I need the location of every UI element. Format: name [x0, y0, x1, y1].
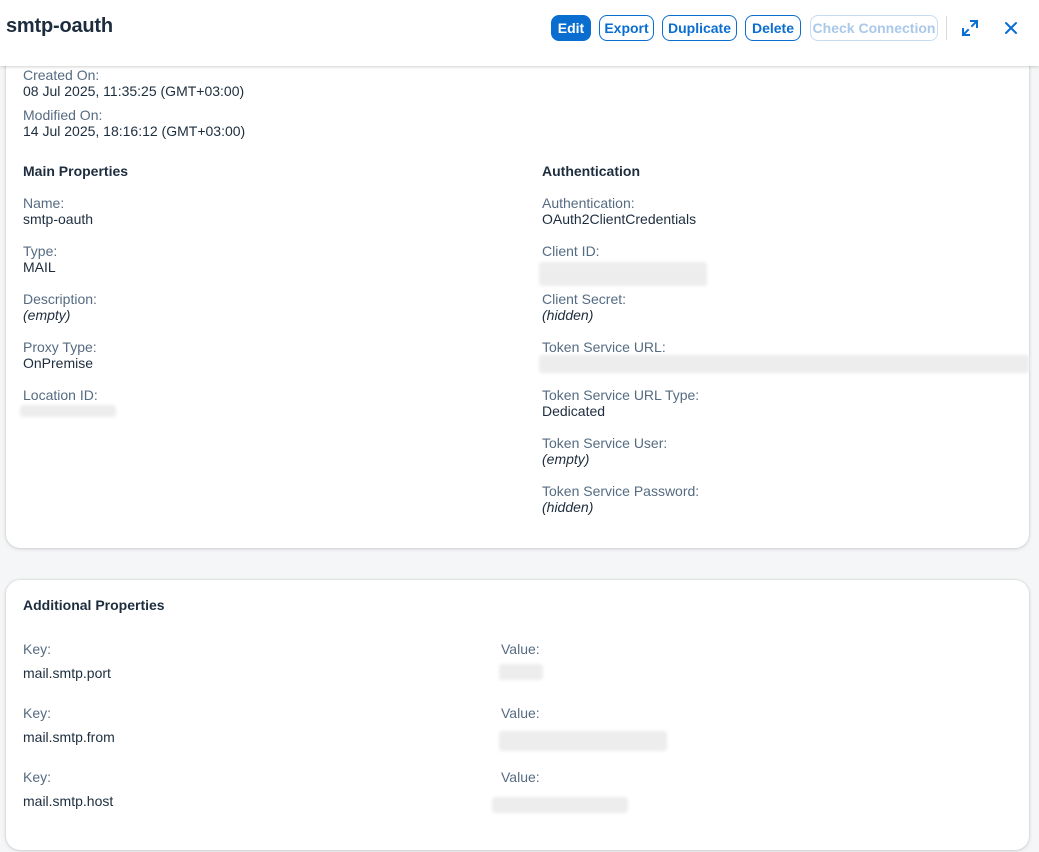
- location-id-label: Location ID:: [23, 387, 98, 403]
- authentication-heading: Authentication: [542, 163, 640, 179]
- type-value: MAIL: [23, 259, 56, 275]
- modified-on-value: 14 Jul 2025, 18:16:12 (GMT+03:00): [23, 123, 246, 139]
- property-value-redacted: [492, 797, 628, 813]
- token-service-user-value: (empty): [542, 451, 590, 467]
- edit-button[interactable]: Edit: [551, 15, 591, 41]
- value-label: Value:: [501, 641, 540, 657]
- description-label: Description:: [23, 291, 97, 307]
- page-header: smtp-oauth Edit Export Duplicate Delete …: [0, 0, 1039, 66]
- name-value: smtp-oauth: [23, 211, 94, 227]
- value-label: Value:: [501, 705, 540, 721]
- client-secret-label: Client Secret:: [542, 291, 627, 307]
- proxy-type-label: Proxy Type:: [23, 339, 97, 355]
- authentication-label: Authentication:: [542, 195, 635, 211]
- token-service-url-type-value: Dedicated: [542, 403, 606, 419]
- location-id-value-redacted: [20, 405, 116, 417]
- export-button[interactable]: Export: [599, 15, 654, 41]
- client-id-label: Client ID:: [542, 243, 600, 259]
- token-service-password-label: Token Service Password:: [542, 483, 700, 499]
- property-value-redacted: [499, 664, 543, 680]
- key-label: Key:: [23, 769, 52, 785]
- modified-on-label: Modified On:: [23, 107, 103, 123]
- toolbar-separator: [946, 16, 947, 40]
- created-on-label: Created On:: [23, 67, 100, 83]
- value-label: Value:: [501, 769, 540, 785]
- description-value: (empty): [23, 307, 71, 323]
- token-service-url-value-redacted: [539, 355, 1029, 373]
- duplicate-button[interactable]: Duplicate: [662, 15, 737, 41]
- name-label: Name:: [23, 195, 65, 211]
- key-label: Key:: [23, 705, 52, 721]
- proxy-type-value: OnPremise: [23, 355, 94, 371]
- key-label: Key:: [23, 641, 52, 657]
- page-title: smtp-oauth: [6, 15, 113, 37]
- property-key: mail.smtp.from: [23, 729, 115, 745]
- created-on-value: 08 Jul 2025, 11:35:25 (GMT+03:00): [23, 83, 245, 99]
- token-service-url-label: Token Service URL:: [542, 339, 666, 355]
- fullscreen-icon[interactable]: [959, 17, 981, 39]
- token-service-user-label: Token Service User:: [542, 435, 668, 451]
- property-key: mail.smtp.host: [23, 793, 114, 809]
- main-properties-heading: Main Properties: [23, 163, 129, 179]
- token-service-password-value: (hidden): [542, 499, 594, 515]
- close-icon[interactable]: [1000, 17, 1022, 39]
- authentication-value: OAuth2ClientCredentials: [542, 211, 697, 227]
- type-label: Type:: [23, 243, 58, 259]
- additional-properties-heading: Additional Properties: [23, 597, 165, 613]
- details-card: [6, 40, 1029, 548]
- check-connection-button[interactable]: Check Connection: [810, 15, 938, 41]
- client-secret-value: (hidden): [542, 307, 594, 323]
- delete-button[interactable]: Delete: [745, 15, 801, 41]
- client-id-value-redacted: [539, 262, 707, 286]
- property-key: mail.smtp.port: [23, 665, 111, 681]
- token-service-url-type-label: Token Service URL Type:: [542, 387, 700, 403]
- property-value-redacted: [499, 731, 667, 751]
